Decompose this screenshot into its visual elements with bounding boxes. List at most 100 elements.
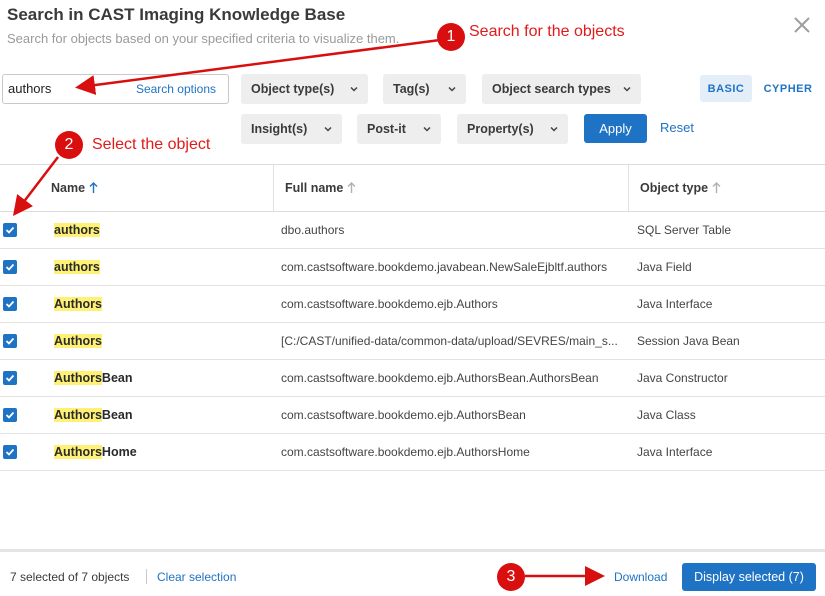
property-filter-label: Property(s): [467, 122, 534, 136]
chevron-down-icon: [423, 126, 431, 132]
dialog-subtitle: Search for objects based on your specifi…: [7, 31, 400, 46]
check-icon: [5, 411, 15, 419]
row-checkbox[interactable]: [3, 260, 17, 274]
chevron-down-icon: [448, 86, 456, 92]
row-checkbox[interactable]: [3, 408, 17, 422]
reset-button[interactable]: Reset: [660, 120, 694, 135]
row-checkbox[interactable]: [3, 223, 17, 237]
row-name: Authors: [54, 334, 102, 348]
name-rest: Home: [101, 445, 137, 459]
download-link[interactable]: Download: [614, 570, 667, 584]
chevron-down-icon: [623, 86, 631, 92]
check-icon: [5, 337, 15, 345]
close-icon[interactable]: [791, 14, 813, 36]
row-object-type: Session Java Bean: [637, 334, 740, 348]
tag-filter[interactable]: Tag(s): [383, 74, 466, 104]
footer-divider: [0, 549, 825, 552]
dialog-title: Search in CAST Imaging Knowledge Base: [7, 5, 346, 24]
chevron-down-icon: [324, 126, 332, 132]
row-object-type: SQL Server Table: [637, 223, 732, 237]
row-full-name: com.castsoftware.bookdemo.ejb.AuthorsHom…: [281, 445, 530, 459]
row-object-type: Java Interface: [637, 445, 713, 459]
search-input[interactable]: [8, 81, 128, 96]
name-match-highlight: Authors: [54, 334, 102, 348]
name-rest: Bean: [101, 408, 133, 422]
name-match-highlight: authors: [54, 260, 100, 274]
row-full-name: [C:/CAST/unified-data/common-data/upload…: [281, 334, 618, 348]
step-3-badge: 3: [497, 563, 525, 591]
column-divider: [273, 165, 274, 211]
name-match-highlight: authors: [54, 223, 100, 237]
search-box: Search options: [2, 74, 229, 104]
chevron-down-icon: [350, 86, 358, 92]
table-row[interactable]: authors dbo.authors SQL Server Table: [0, 212, 825, 249]
row-checkbox[interactable]: [3, 445, 17, 459]
row-object-type: Java Class: [637, 408, 696, 422]
table-row[interactable]: AuthorsBean com.castsoftware.bookdemo.ej…: [0, 397, 825, 434]
row-full-name: com.castsoftware.bookdemo.ejb.AuthorsBea…: [281, 371, 599, 385]
name-match-highlight: Authors: [54, 371, 102, 385]
sort-arrow-up-icon: [347, 182, 356, 193]
footer-separator: [146, 569, 147, 584]
table-row[interactable]: Authors [C:/CAST/unified-data/common-dat…: [0, 323, 825, 360]
insight-filter[interactable]: Insight(s): [241, 114, 342, 144]
check-icon: [5, 226, 15, 234]
post-it-filter-label: Post-it: [367, 122, 406, 136]
name-match-highlight: Authors: [54, 445, 102, 459]
object-search-types-filter[interactable]: Object search types: [482, 74, 641, 104]
column-header-object-type[interactable]: Object type: [640, 165, 721, 211]
row-full-name: dbo.authors: [281, 223, 345, 237]
row-checkbox[interactable]: [3, 334, 17, 348]
step-2-label: Select the object: [92, 136, 211, 153]
column-header-full-name[interactable]: Full name: [285, 165, 356, 211]
step-1-badge: 1: [437, 23, 465, 51]
basic-mode-tab[interactable]: BASIC: [700, 75, 752, 102]
sort-arrow-up-icon: [712, 182, 721, 193]
name-rest: Bean: [101, 371, 133, 385]
row-checkbox[interactable]: [3, 371, 17, 385]
table-row[interactable]: AuthorsHome com.castsoftware.bookdemo.ej…: [0, 434, 825, 471]
property-filter[interactable]: Property(s): [457, 114, 568, 144]
row-checkbox[interactable]: [3, 297, 17, 311]
search-options-link[interactable]: Search options: [136, 82, 216, 96]
column-header-full-name-label: Full name: [285, 181, 344, 195]
check-icon: [5, 300, 15, 308]
row-full-name: com.castsoftware.bookdemo.javabean.NewSa…: [281, 260, 608, 274]
table-row[interactable]: Authors com.castsoftware.bookdemo.ejb.Au…: [0, 286, 825, 323]
object-search-types-label: Object search types: [492, 82, 611, 96]
display-selected-button[interactable]: Display selected (7): [682, 563, 816, 591]
clear-selection-link[interactable]: Clear selection: [157, 570, 236, 584]
check-icon: [5, 263, 15, 271]
sort-arrow-up-icon: [89, 182, 98, 193]
selection-count: 7 selected of 7 objects: [10, 570, 130, 584]
post-it-filter[interactable]: Post-it: [357, 114, 441, 144]
row-name: authors: [54, 260, 100, 274]
step-2-badge: 2: [55, 131, 83, 159]
object-type-filter[interactable]: Object type(s): [241, 74, 368, 104]
object-type-filter-label: Object type(s): [251, 82, 335, 96]
name-match-highlight: Authors: [54, 297, 102, 311]
row-name: AuthorsBean: [54, 408, 133, 422]
insight-filter-label: Insight(s): [251, 122, 308, 136]
apply-button[interactable]: Apply: [584, 114, 647, 143]
row-name: AuthorsBean: [54, 371, 133, 385]
check-icon: [5, 448, 15, 456]
table-row[interactable]: authors com.castsoftware.bookdemo.javabe…: [0, 249, 825, 286]
row-name: AuthorsHome: [54, 445, 137, 459]
column-header-name-label: Name: [51, 181, 86, 195]
row-full-name: com.castsoftware.bookdemo.ejb.Authors: [281, 297, 498, 311]
row-object-type: Java Interface: [637, 297, 713, 311]
chevron-down-icon: [550, 126, 558, 132]
table-row[interactable]: AuthorsBean com.castsoftware.bookdemo.ej…: [0, 360, 825, 397]
name-match-highlight: Authors: [54, 408, 102, 422]
row-object-type: Java Constructor: [637, 371, 728, 385]
tag-filter-label: Tag(s): [393, 82, 430, 96]
search-dialog: Search in CAST Imaging Knowledge Base Se…: [0, 0, 825, 596]
row-object-type: Java Field: [637, 260, 692, 274]
row-name: authors: [54, 223, 100, 237]
column-header-name[interactable]: Name: [51, 165, 98, 211]
column-header-object-type-label: Object type: [640, 181, 709, 195]
row-full-name: com.castsoftware.bookdemo.ejb.AuthorsBea…: [281, 408, 526, 422]
cypher-mode-tab[interactable]: CYPHER: [760, 75, 816, 102]
row-name: Authors: [54, 297, 102, 311]
